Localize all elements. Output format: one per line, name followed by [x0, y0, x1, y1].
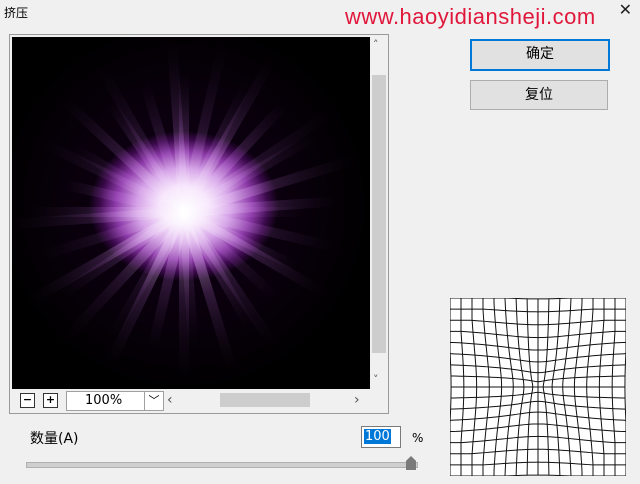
distortion-grid-preview	[450, 298, 626, 476]
light-ray	[180, 101, 288, 216]
light-ray	[179, 39, 229, 214]
light-ray	[181, 207, 298, 271]
light-ray	[106, 100, 189, 215]
zoom-out-button[interactable]: −	[20, 393, 35, 408]
light-ray	[147, 210, 189, 350]
ok-button[interactable]: 确定	[470, 39, 610, 71]
scroll-right-icon[interactable]: ›	[354, 392, 360, 408]
light-ray	[184, 207, 304, 217]
light-ray	[181, 104, 340, 217]
amount-slider-thumb[interactable]	[406, 456, 416, 470]
zoom-in-button[interactable]: +	[43, 393, 58, 408]
reset-button[interactable]: 复位	[470, 80, 608, 110]
scroll-left-icon[interactable]: ‹	[167, 392, 173, 408]
light-ray	[56, 208, 188, 348]
light-ray	[37, 207, 186, 262]
zoom-level-value: 100%	[85, 393, 123, 408]
light-ray	[179, 210, 239, 376]
light-ray	[107, 209, 189, 340]
percent-unit: %	[412, 431, 424, 445]
amount-input[interactable]: 100	[361, 426, 401, 448]
vertical-scroll-thumb[interactable]	[372, 75, 386, 353]
zoom-bar: − + 100% ﹀ ‹ ›	[10, 389, 386, 411]
light-ray	[181, 132, 318, 217]
scroll-down-icon[interactable]: ˅	[373, 373, 379, 386]
minus-icon: −	[22, 393, 33, 406]
light-ray	[179, 81, 252, 215]
light-ray	[181, 207, 326, 297]
light-ray	[71, 144, 187, 217]
light-ray	[180, 208, 282, 303]
chevron-down-icon[interactable]: ﹀	[144, 392, 163, 410]
light-ray	[182, 207, 339, 253]
light-ray	[167, 40, 189, 213]
light-ray	[95, 64, 189, 215]
amount-slider-track[interactable]	[26, 462, 418, 468]
horizontal-scroll-thumb[interactable]	[220, 393, 310, 407]
light-ray	[179, 212, 189, 385]
light-ray	[139, 81, 189, 214]
vertical-scrollbar[interactable]: ˄ ˅	[370, 37, 386, 389]
amount-value: 100	[364, 429, 391, 444]
light-ray	[179, 211, 199, 349]
light-ray	[179, 209, 281, 352]
light-ray	[60, 96, 188, 216]
amount-label: 数量(A)	[30, 431, 79, 447]
light-ray	[101, 209, 189, 374]
preview-image[interactable]	[12, 37, 370, 389]
light-ray	[179, 73, 189, 212]
light-ray	[21, 207, 187, 309]
light-ray	[12, 207, 185, 231]
plus-icon: +	[45, 393, 56, 406]
light-ray	[183, 196, 339, 217]
grid-line	[450, 298, 626, 300]
window-title: 挤压	[4, 6, 29, 20]
light-ray	[28, 207, 184, 217]
light-ray	[182, 152, 366, 217]
grid-line	[450, 474, 626, 476]
close-icon[interactable]: ✕	[619, 0, 632, 19]
light-ray	[58, 207, 187, 299]
light-ray	[38, 137, 187, 217]
light-ray	[63, 179, 186, 217]
preview-panel: ˄ ˅ − + 100% ﹀ ‹ ›	[9, 34, 389, 414]
grid-line	[624, 298, 626, 476]
scroll-up-icon[interactable]: ˄	[373, 38, 379, 51]
light-ray	[179, 209, 255, 329]
zoom-level-select[interactable]: 100% ﹀	[66, 391, 164, 411]
grid-line	[450, 298, 452, 476]
watermark: www.haoyidiansheji.com	[345, 4, 596, 29]
light-ray	[179, 53, 279, 215]
